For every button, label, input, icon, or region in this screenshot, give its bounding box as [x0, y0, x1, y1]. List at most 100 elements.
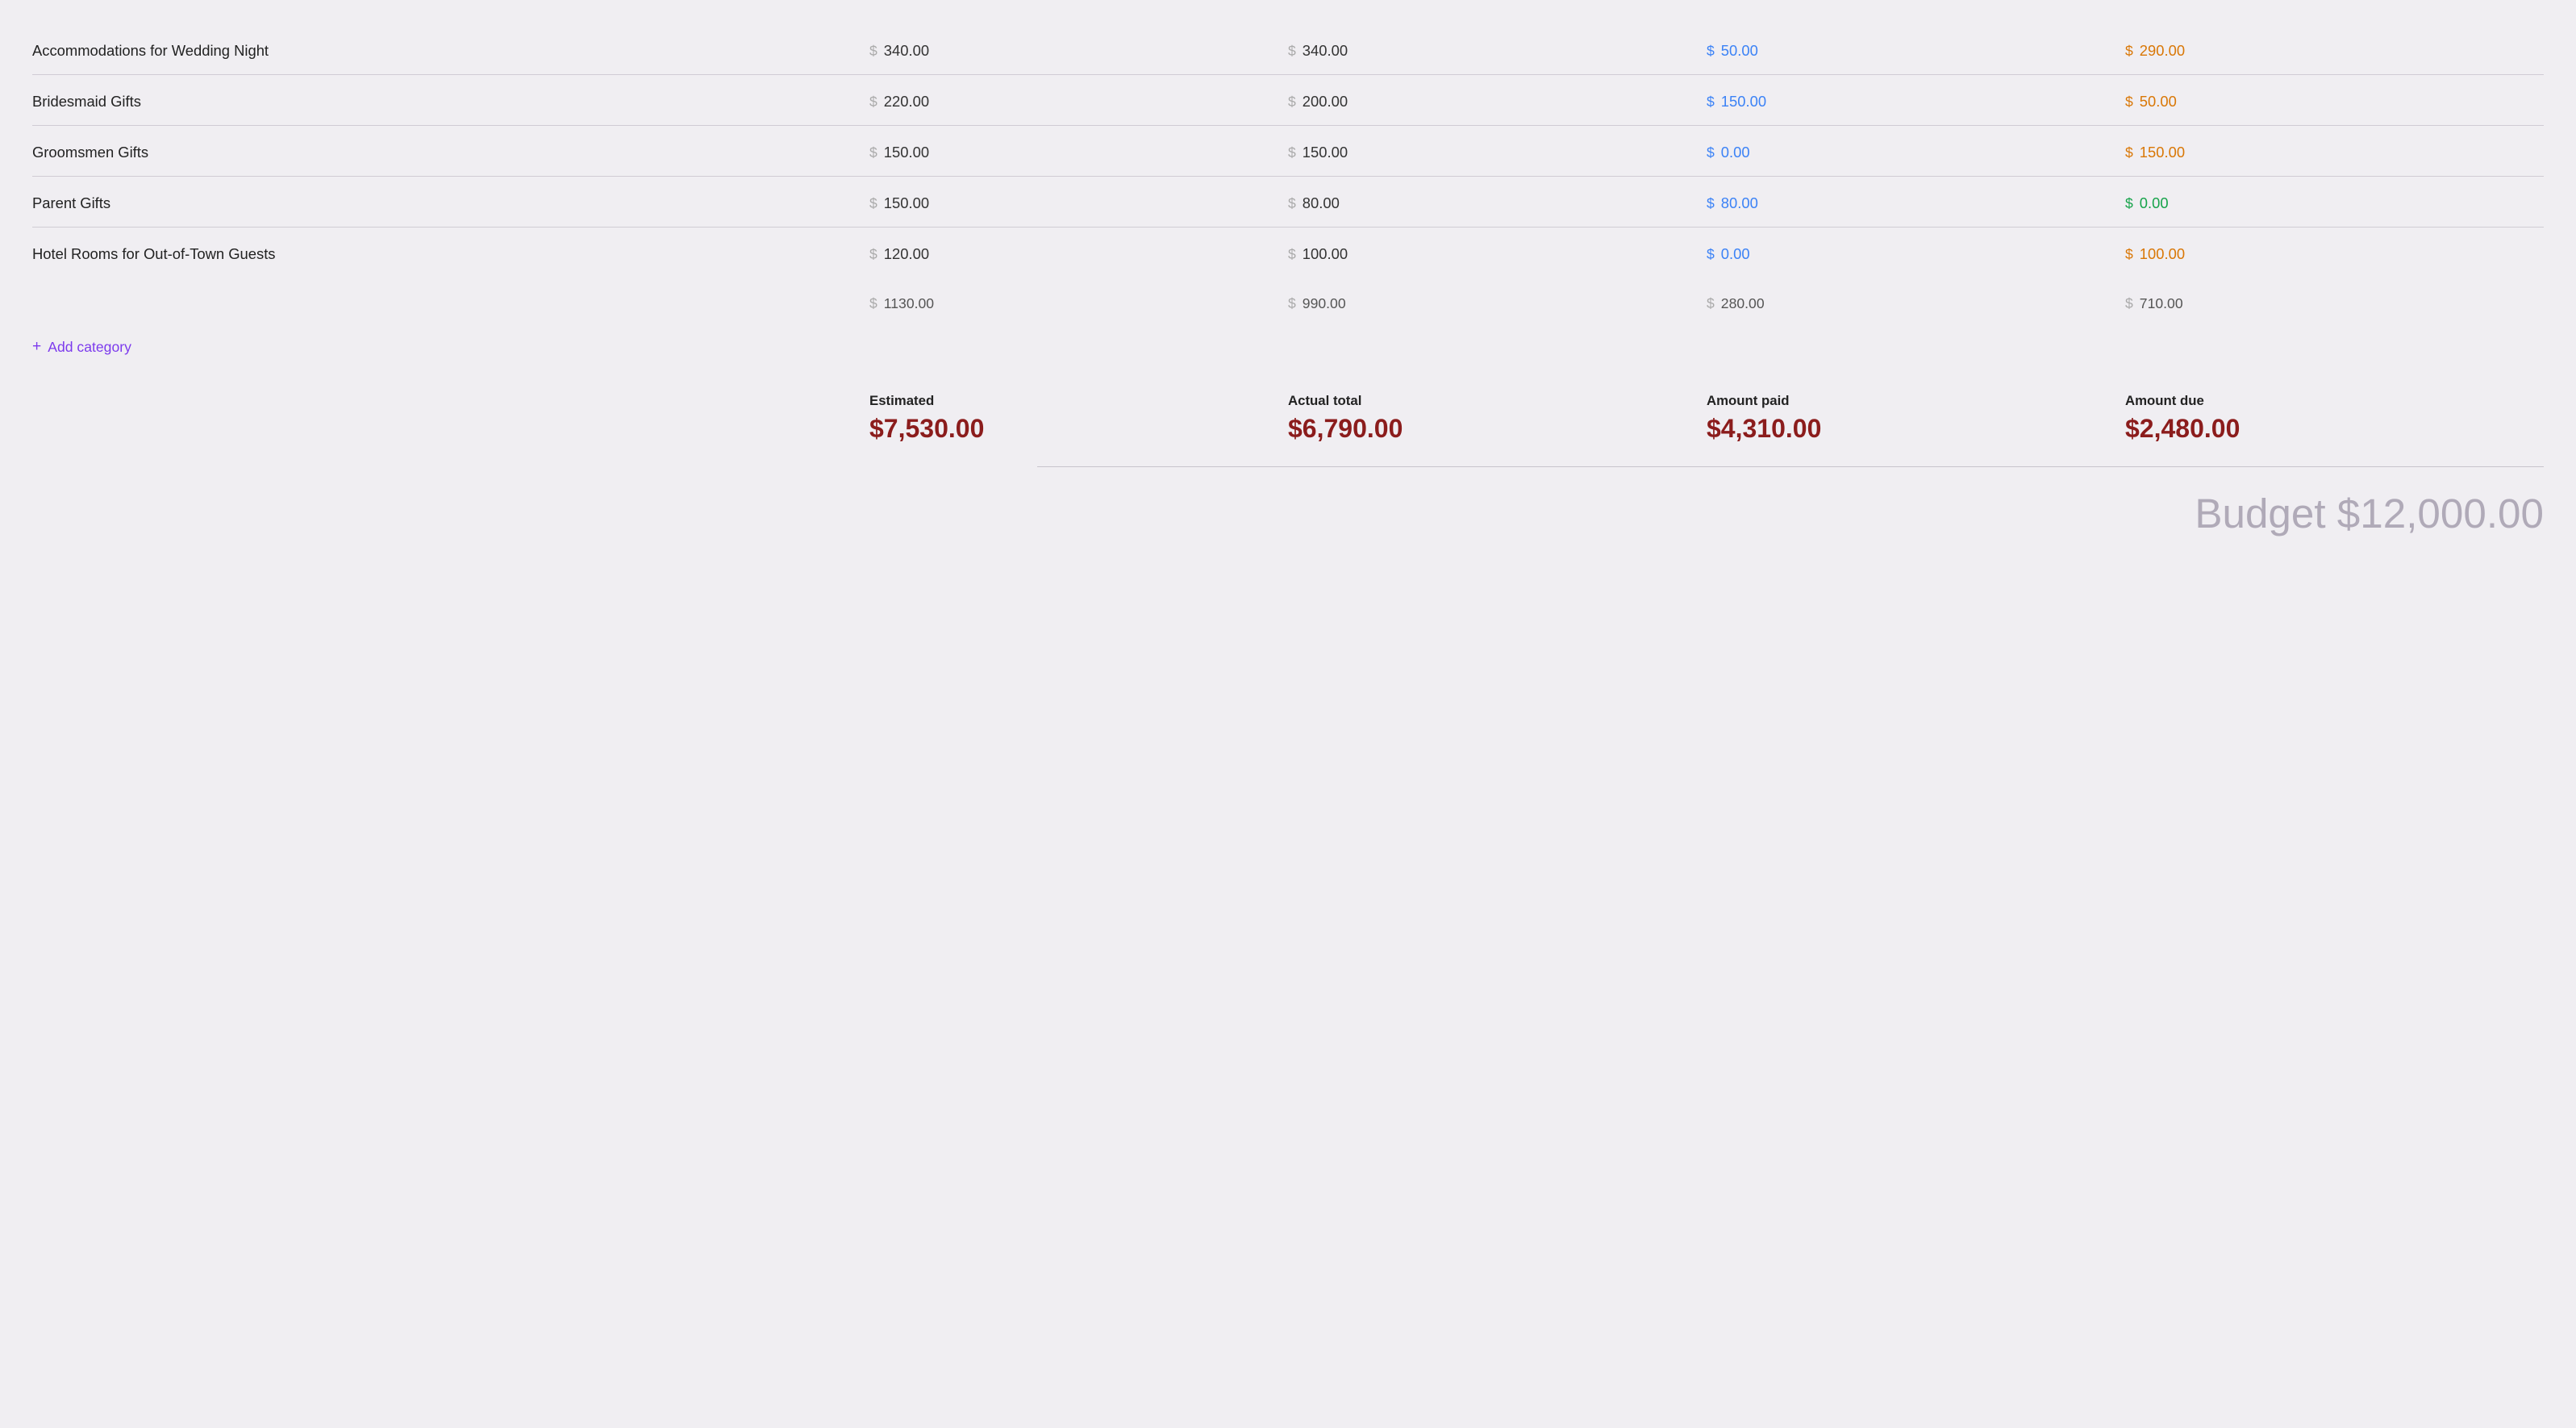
cell-paid-4: $ 0.00: [1707, 245, 2125, 263]
cell-paid-1: $ 150.00: [1707, 93, 2125, 111]
dollar-paid-1: $: [1707, 94, 1715, 111]
due-val-1: 50.00: [2140, 93, 2177, 111]
dollar-due-3: $: [2125, 195, 2133, 212]
total-actual-value: 990.00: [1303, 295, 1346, 312]
dollar-due-0: $: [2125, 43, 2133, 60]
dollar-act-0: $: [1288, 43, 1296, 60]
summary-paid-label: Amount paid: [1707, 393, 2125, 409]
total-due-value: 710.00: [2140, 295, 2183, 312]
total-estimated-value: 1130.00: [884, 295, 934, 312]
cell-actual-4: $ 100.00: [1288, 245, 1707, 263]
est-val-0: 340.00: [884, 42, 929, 60]
dollar-paid-3: $: [1707, 195, 1715, 212]
table-row: Accommodations for Wedding Night $ 340.0…: [32, 24, 2544, 75]
cell-due-1: $ 50.00: [2125, 93, 2544, 111]
dollar-est-0: $: [869, 43, 877, 60]
summary-actual-value: $6,790.00: [1288, 414, 1707, 444]
paid-val-0: 50.00: [1721, 42, 1758, 60]
total-paid-value: 280.00: [1721, 295, 1765, 312]
summary-estimated: Estimated $7,530.00: [869, 393, 1288, 444]
row-name-1: Bridesmaid Gifts: [32, 93, 869, 111]
add-category-button[interactable]: + Add category: [32, 338, 131, 356]
summary-actual: Actual total $6,790.00: [1288, 393, 1707, 444]
cell-estimated-1: $ 220.00: [869, 93, 1288, 111]
budget-row: Budget $12,000.00: [32, 474, 2544, 545]
due-val-0: 290.00: [2140, 42, 2185, 60]
summary-paid-value: $4,310.00: [1707, 414, 2125, 444]
dollar-sign-4: $: [2125, 295, 2133, 312]
dollar-due-1: $: [2125, 94, 2133, 111]
summary-divider: [1037, 466, 2544, 467]
cell-due-3: $ 0.00: [2125, 194, 2544, 212]
dollar-sign-3: $: [1707, 295, 1715, 312]
total-estimated: $ 1130.00: [869, 295, 1288, 312]
summary-due-label: Amount due: [2125, 393, 2544, 409]
add-category-label: Add category: [48, 339, 131, 356]
add-category-row: + Add category: [32, 324, 2544, 385]
dollar-act-1: $: [1288, 94, 1296, 111]
dollar-paid-4: $: [1707, 246, 1715, 263]
dollar-due-4: $: [2125, 246, 2133, 263]
dollar-sign-2: $: [1288, 295, 1296, 312]
cell-actual-1: $ 200.00: [1288, 93, 1707, 111]
table-row: Hotel Rooms for Out-of-Town Guests $ 120…: [32, 228, 2544, 278]
act-val-1: 200.00: [1303, 93, 1348, 111]
summary-section: Estimated $7,530.00 Actual total $6,790.…: [32, 385, 2544, 460]
due-val-2: 150.00: [2140, 144, 2185, 161]
cell-actual-3: $ 80.00: [1288, 194, 1707, 212]
table-row: Bridesmaid Gifts $ 220.00 $ 200.00 $ 150…: [32, 75, 2544, 126]
dollar-act-2: $: [1288, 144, 1296, 161]
total-due: $ 710.00: [2125, 295, 2544, 312]
cell-estimated-3: $ 150.00: [869, 194, 1288, 212]
total-actual: $ 990.00: [1288, 295, 1707, 312]
row-name-0: Accommodations for Wedding Night: [32, 42, 869, 60]
row-name-4: Hotel Rooms for Out-of-Town Guests: [32, 245, 869, 263]
paid-val-4: 0.00: [1721, 245, 1750, 263]
summary-due: Amount due $2,480.00: [2125, 393, 2544, 444]
cell-actual-0: $ 340.00: [1288, 42, 1707, 60]
cell-estimated-4: $ 120.00: [869, 245, 1288, 263]
plus-icon: +: [32, 338, 41, 356]
summary-actual-label: Actual total: [1288, 393, 1707, 409]
act-val-0: 340.00: [1303, 42, 1348, 60]
cell-actual-2: $ 150.00: [1288, 144, 1707, 161]
due-val-4: 100.00: [2140, 245, 2185, 263]
totals-row: $ 1130.00 $ 990.00 $ 280.00 $ 710.00: [32, 278, 2544, 324]
cell-estimated-2: $ 150.00: [869, 144, 1288, 161]
summary-estimated-label: Estimated: [869, 393, 1288, 409]
table-row: Groomsmen Gifts $ 150.00 $ 150.00 $ 0.00…: [32, 126, 2544, 177]
cell-paid-2: $ 0.00: [1707, 144, 2125, 161]
cell-due-4: $ 100.00: [2125, 245, 2544, 263]
dollar-paid-0: $: [1707, 43, 1715, 60]
dollar-est-2: $: [869, 144, 877, 161]
dollar-act-3: $: [1288, 195, 1296, 212]
budget-table: Accommodations for Wedding Night $ 340.0…: [32, 24, 2544, 545]
dollar-paid-2: $: [1707, 144, 1715, 161]
dollar-due-2: $: [2125, 144, 2133, 161]
dollar-act-4: $: [1288, 246, 1296, 263]
summary-estimated-value: $7,530.00: [869, 414, 1288, 444]
cell-paid-3: $ 80.00: [1707, 194, 2125, 212]
paid-val-1: 150.00: [1721, 93, 1766, 111]
cell-due-2: $ 150.00: [2125, 144, 2544, 161]
table-row: Parent Gifts $ 150.00 $ 80.00 $ 80.00 $ …: [32, 177, 2544, 228]
cell-paid-0: $ 50.00: [1707, 42, 2125, 60]
est-val-3: 150.00: [884, 194, 929, 212]
summary-paid: Amount paid $4,310.00: [1707, 393, 2125, 444]
due-val-3: 0.00: [2140, 194, 2169, 212]
paid-val-2: 0.00: [1721, 144, 1750, 161]
dollar-est-3: $: [869, 195, 877, 212]
est-val-2: 150.00: [884, 144, 929, 161]
est-val-1: 220.00: [884, 93, 929, 111]
summary-due-value: $2,480.00: [2125, 414, 2544, 444]
act-val-2: 150.00: [1303, 144, 1348, 161]
dollar-sign: $: [869, 295, 877, 312]
cell-due-0: $ 290.00: [2125, 42, 2544, 60]
act-val-4: 100.00: [1303, 245, 1348, 263]
est-val-4: 120.00: [884, 245, 929, 263]
cell-estimated-0: $ 340.00: [869, 42, 1288, 60]
dollar-est-4: $: [869, 246, 877, 263]
row-name-3: Parent Gifts: [32, 194, 869, 212]
total-paid: $ 280.00: [1707, 295, 2125, 312]
paid-val-3: 80.00: [1721, 194, 1758, 212]
